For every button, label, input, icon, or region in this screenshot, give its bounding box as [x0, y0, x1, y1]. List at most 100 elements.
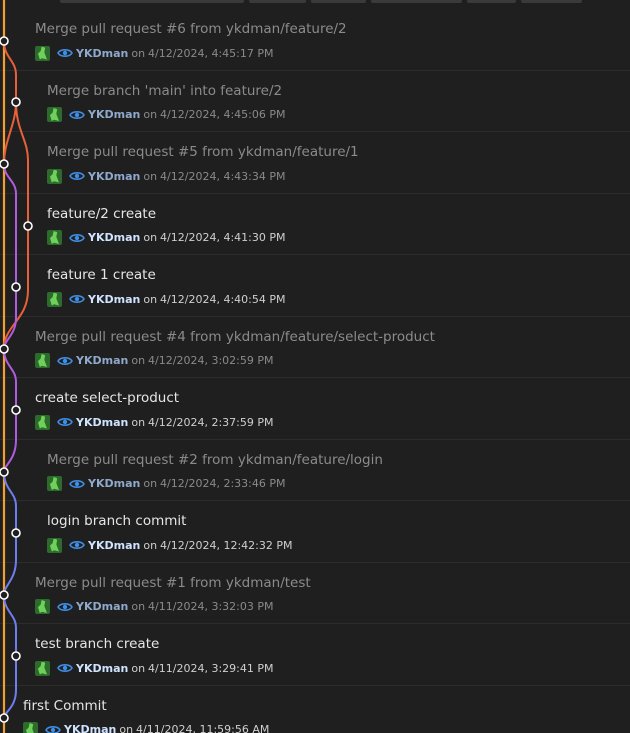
commit-node[interactable] [23, 221, 33, 231]
date-prefix: on [143, 169, 158, 183]
commit-row[interactable]: Merge pull request #1 from ykdman/test YK… [0, 563, 630, 624]
commit-meta: YKDman on 4/11/2024, 3:32:03 PM [35, 599, 273, 615]
commit-node[interactable] [0, 36, 9, 46]
commit-message: test branch create [35, 636, 160, 652]
date-prefix: on [131, 600, 146, 613]
commit-meta: YKDman on 4/12/2024, 12:42:32 PM [47, 537, 292, 553]
commit-graph [0, 0, 33, 733]
commit-author: YKDman [76, 354, 129, 367]
commit-date: 4/11/2024, 11:59:56 AM [136, 723, 270, 733]
avatar-icon [47, 476, 62, 491]
commit-meta: YKDman on 4/11/2024, 11:59:56 AM [23, 722, 269, 733]
commit-author: YKDman [88, 538, 141, 552]
commit-date: 4/11/2024, 3:32:03 PM [148, 600, 274, 613]
commit-meta: YKDman on 4/12/2024, 4:45:17 PM [35, 45, 273, 61]
commit-node[interactable] [11, 97, 21, 107]
top-tab[interactable] [521, 0, 582, 3]
commit-message: login branch commit [47, 513, 187, 529]
commit-author: YKDman [88, 477, 141, 490]
commit-date: 4/12/2024, 4:41:30 PM [160, 231, 286, 244]
commit-date: 4/12/2024, 4:43:34 PM [160, 169, 286, 183]
commit-meta: YKDman on 4/12/2024, 4:40:54 PM [47, 291, 285, 307]
top-tab[interactable] [371, 0, 462, 3]
commit-node[interactable] [0, 467, 9, 477]
eye-icon [57, 664, 73, 672]
eye-icon [57, 602, 73, 611]
commit-author: YKDman [64, 723, 117, 733]
commit-date: 4/12/2024, 2:37:59 PM [148, 415, 274, 429]
commit-meta: YKDman on 4/12/2024, 3:02:59 PM [35, 353, 273, 369]
eye-icon [57, 49, 73, 57]
commit-author: YKDman [76, 600, 129, 613]
commit-node[interactable] [11, 405, 21, 415]
eye-icon [69, 295, 85, 303]
eye-icon [69, 233, 85, 242]
avatar-icon [47, 230, 62, 245]
commit-date: 4/12/2024, 4:45:06 PM [160, 108, 286, 121]
commit-meta: YKDman on 4/12/2024, 2:33:46 PM [47, 476, 285, 492]
commit-row[interactable]: Merge pull request #4 from ykdman/featur… [0, 317, 630, 378]
commit-node[interactable] [11, 528, 21, 538]
commit-author: YKDman [88, 292, 141, 306]
graph-lines [2, 0, 29, 733]
top-tab[interactable] [467, 0, 516, 3]
date-prefix: on [143, 108, 158, 121]
commit-row[interactable]: Merge pull request #2 from ykdman/featur… [0, 440, 630, 501]
commit-message: Merge pull request #4 from ykdman/featur… [35, 328, 435, 345]
commit-message: Merge pull request #5 from ykdman/featur… [47, 144, 359, 160]
eye-icon [69, 541, 85, 549]
date-prefix: on [131, 415, 146, 429]
commit-date: 4/12/2024, 3:02:59 PM [148, 354, 274, 367]
commit-row[interactable]: login branch commit YKDman on 4/12/2024, 12… [0, 501, 630, 563]
eye-icon [57, 356, 73, 365]
commit-date: 4/12/2024, 12:42:32 PM [160, 538, 293, 552]
date-prefix: on [143, 477, 158, 490]
commit-author: YKDman [88, 231, 141, 244]
commit-author: YKDman [88, 169, 141, 183]
eye-icon [69, 110, 85, 119]
commit-node[interactable] [11, 282, 21, 292]
eye-icon [45, 725, 61, 733]
commit-meta: YKDman on 4/12/2024, 2:37:59 PM [35, 414, 273, 430]
commit-row[interactable]: Merge pull request #5 from ykdman/featur… [0, 132, 630, 194]
avatar-icon [47, 168, 62, 184]
commit-node[interactable] [0, 159, 9, 169]
date-prefix: on [131, 661, 146, 675]
commit-node[interactable] [0, 344, 9, 354]
commit-node[interactable] [11, 651, 21, 661]
commit-message: feature 1 create [47, 267, 156, 283]
commit-row[interactable]: Merge branch 'main' into feature/2 YKDman… [0, 71, 630, 132]
commit-author: YKDman [76, 46, 129, 60]
eye-icon [57, 418, 73, 426]
date-prefix: on [131, 46, 146, 60]
commit-meta: YKDman on 4/12/2024, 4:43:34 PM [47, 168, 285, 184]
commit-date: 4/11/2024, 3:29:41 PM [148, 661, 274, 675]
top-tab[interactable] [249, 0, 306, 3]
eye-icon [69, 172, 85, 180]
commit-node[interactable] [0, 590, 9, 600]
commit-author: YKDman [88, 108, 141, 121]
graph-lane-feature-1 [3, 163, 17, 350]
commit-message: create select-product [35, 390, 180, 406]
commit-row[interactable]: test branch create YKDman on 4/11/2024, 3:2… [0, 624, 630, 686]
commit-row[interactable]: create select-product YKDman on 4/12/2024, … [0, 378, 630, 440]
commit-meta: YKDman on 4/12/2024, 4:45:06 PM [47, 107, 285, 123]
commit-node[interactable] [0, 713, 9, 723]
commit-message: Merge pull request #6 from ykdman/featur… [35, 21, 347, 37]
commit-row[interactable]: feature 1 create YKDman on 4/12/2024, 4:40:… [0, 255, 630, 317]
date-prefix: on [143, 292, 158, 306]
commit-message: Merge pull request #1 from ykdman/test [35, 574, 311, 591]
top-tab[interactable] [311, 0, 366, 3]
commit-date: 4/12/2024, 4:40:54 PM [160, 292, 286, 306]
commit-message: Merge pull request #2 from ykdman/featur… [47, 451, 383, 468]
commit-meta: YKDman on 4/12/2024, 4:41:30 PM [47, 230, 285, 246]
commit-date: 4/12/2024, 4:45:17 PM [148, 46, 274, 60]
commit-row[interactable]: first Commit YKDman on 4/11/2024, 11:59:56 … [0, 686, 630, 733]
commit-message: feature/2 create [47, 205, 157, 222]
commit-row[interactable]: feature/2 create YKDman on 4/12/2024, 4:41:… [0, 194, 630, 255]
commit-row[interactable]: Merge pull request #6 from ykdman/featur… [0, 9, 630, 71]
commit-history-panel: Merge pull request #6 from ykdman/featur… [0, 0, 630, 733]
commit-meta: YKDman on 4/11/2024, 3:29:41 PM [35, 660, 273, 676]
commit-date: 4/12/2024, 2:33:46 PM [160, 477, 286, 490]
top-tab[interactable] [60, 0, 244, 3]
